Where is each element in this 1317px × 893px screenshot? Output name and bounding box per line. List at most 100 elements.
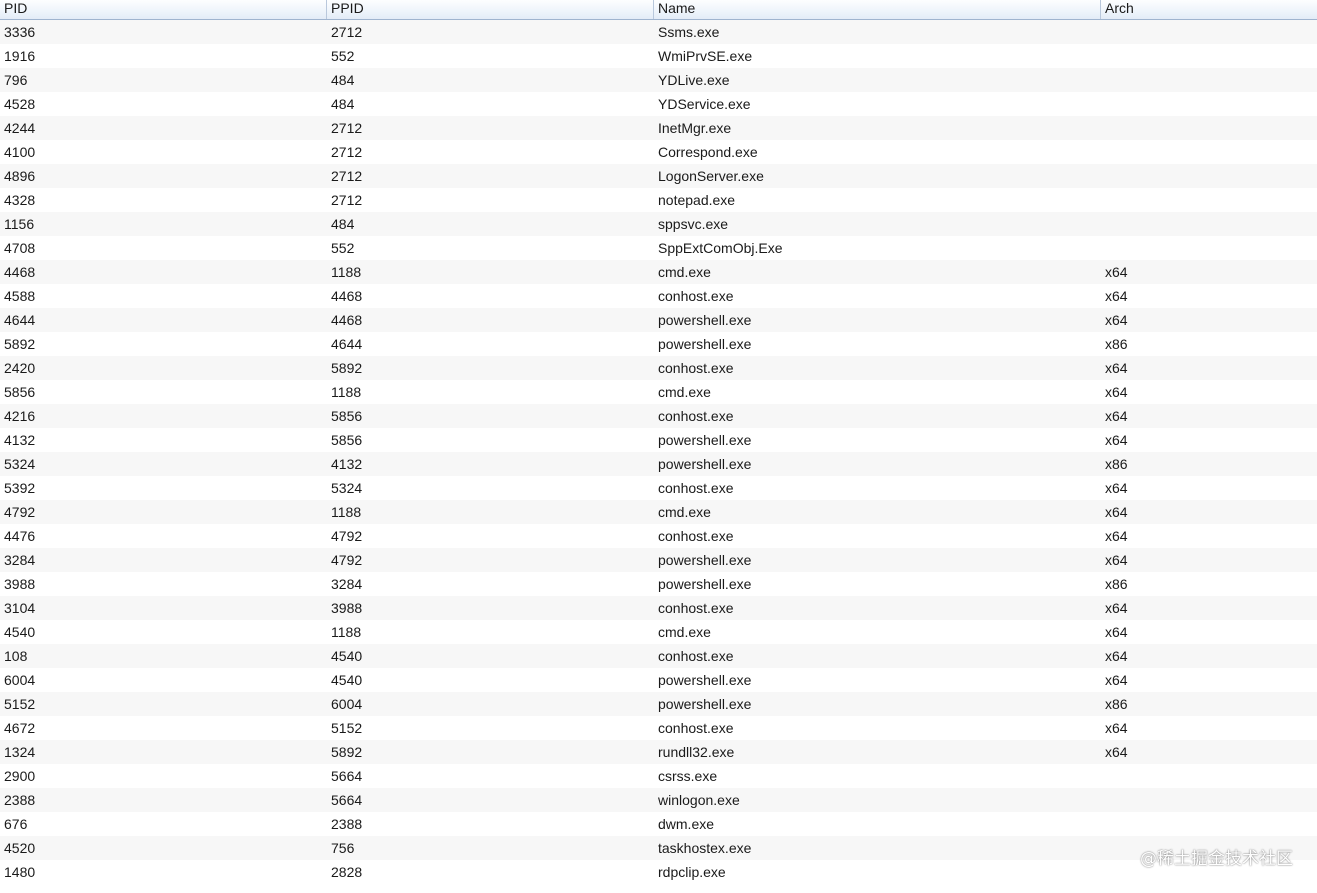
cell-pid: 4896 — [4, 168, 36, 184]
table-row[interactable]: 1156 484 sppsvc.exe — [0, 212, 1317, 236]
cell-name: powershell.exe — [658, 672, 752, 688]
cell-pid: 4132 — [4, 432, 36, 448]
table-row[interactable]: 4520 756 taskhostex.exe — [0, 836, 1317, 860]
cell-pid: 4468 — [4, 264, 36, 280]
table-row[interactable]: 4708 552 SppExtComObj.Exe — [0, 236, 1317, 260]
cell-ppid: 2712 — [331, 24, 363, 40]
cell-name: powershell.exe — [658, 552, 752, 568]
table-row[interactable]: 5152 6004 powershell.exe x86 — [0, 692, 1317, 716]
cell-pid: 1916 — [4, 48, 36, 64]
table-row[interactable]: 4132 5856 powershell.exe x64 — [0, 428, 1317, 452]
cell-arch — [1101, 788, 1317, 812]
table-row[interactable]: 796 484 YDLive.exe — [0, 68, 1317, 92]
table-row[interactable]: 6004 4540 powershell.exe x64 — [0, 668, 1317, 692]
table-row[interactable]: 1916 552 WmiPrvSE.exe — [0, 44, 1317, 68]
cell-pid: 4100 — [4, 144, 36, 160]
cell-name: powershell.exe — [658, 456, 752, 472]
cell-ppid: 756 — [331, 840, 355, 856]
cell-arch — [1101, 44, 1317, 68]
cell-pid: 4792 — [4, 504, 36, 520]
table-row[interactable]: 4216 5856 conhost.exe x64 — [0, 404, 1317, 428]
table-row[interactable]: 3104 3988 conhost.exe x64 — [0, 596, 1317, 620]
column-header-ppid[interactable]: PPID — [327, 0, 654, 19]
cell-arch — [1101, 140, 1317, 164]
cell-arch: x64 — [1105, 288, 1128, 304]
cell-arch: x64 — [1105, 600, 1128, 616]
cell-arch: x86 — [1105, 696, 1128, 712]
table-row[interactable]: 4896 2712 LogonServer.exe — [0, 164, 1317, 188]
table-row[interactable]: 4468 1188 cmd.exe x64 — [0, 260, 1317, 284]
cell-pid: 4244 — [4, 120, 36, 136]
column-header-name[interactable]: Name — [654, 0, 1101, 19]
table-row[interactable]: 2388 5664 winlogon.exe — [0, 788, 1317, 812]
table-row[interactable]: 108 4540 conhost.exe x64 — [0, 644, 1317, 668]
cell-arch: x64 — [1105, 720, 1128, 736]
cell-ppid: 5324 — [331, 480, 363, 496]
cell-name: cmd.exe — [658, 504, 711, 520]
cell-arch: x64 — [1105, 408, 1128, 424]
cell-name: csrss.exe — [658, 768, 718, 784]
table-row[interactable]: 3284 4792 powershell.exe x64 — [0, 548, 1317, 572]
cell-name: conhost.exe — [658, 288, 734, 304]
cell-name: WmiPrvSE.exe — [658, 48, 753, 64]
cell-name: conhost.exe — [658, 600, 734, 616]
table-row[interactable]: 4792 1188 cmd.exe x64 — [0, 500, 1317, 524]
table-row[interactable]: 4528 484 YDService.exe — [0, 92, 1317, 116]
table-row[interactable]: 4100 2712 Correspond.exe — [0, 140, 1317, 164]
table-row[interactable]: 3336 2712 Ssms.exe — [0, 20, 1317, 44]
table-row[interactable]: 5392 5324 conhost.exe x64 — [0, 476, 1317, 500]
table-row[interactable]: 676 2388 dwm.exe — [0, 812, 1317, 836]
cell-arch — [1101, 164, 1317, 188]
table-row[interactable]: 3988 3284 powershell.exe x86 — [0, 572, 1317, 596]
table-row[interactable]: 4644 4468 powershell.exe x64 — [0, 308, 1317, 332]
cell-arch: x64 — [1105, 624, 1128, 640]
cell-name: YDLive.exe — [658, 72, 730, 88]
cell-arch: x64 — [1105, 432, 1128, 448]
cell-ppid: 1188 — [331, 624, 362, 640]
cell-pid: 3284 — [4, 552, 36, 568]
cell-ppid: 1188 — [331, 264, 362, 280]
cell-ppid: 2388 — [331, 816, 363, 832]
table-row[interactable]: 4540 1188 cmd.exe x64 — [0, 620, 1317, 644]
column-header-arch[interactable]: Arch — [1101, 0, 1317, 19]
cell-arch — [1101, 188, 1317, 212]
cell-ppid: 1188 — [331, 504, 362, 520]
cell-arch — [1101, 236, 1317, 260]
cell-name: taskhostex.exe — [658, 840, 752, 856]
cell-ppid: 5664 — [331, 792, 363, 808]
cell-pid: 4520 — [4, 840, 36, 856]
table-row[interactable]: 2900 5664 csrss.exe — [0, 764, 1317, 788]
cell-arch: x64 — [1105, 384, 1128, 400]
cell-arch — [1101, 860, 1317, 884]
cell-name: Ssms.exe — [658, 24, 720, 40]
table-row[interactable]: 4328 2712 notepad.exe — [0, 188, 1317, 212]
cell-ppid: 5664 — [331, 768, 363, 784]
cell-name: YDService.exe — [658, 96, 751, 112]
column-header-pid[interactable]: PID — [0, 0, 327, 19]
cell-ppid: 5856 — [331, 432, 363, 448]
table-row[interactable]: 1480 2828 rdpclip.exe — [0, 860, 1317, 884]
table-row[interactable]: 4476 4792 conhost.exe x64 — [0, 524, 1317, 548]
cell-name: powershell.exe — [658, 576, 752, 592]
cell-ppid: 2712 — [331, 168, 363, 184]
cell-pid: 6004 — [4, 672, 36, 688]
table-row[interactable]: 4672 5152 conhost.exe x64 — [0, 716, 1317, 740]
table-row[interactable]: 1324 5892 rundll32.exe x64 — [0, 740, 1317, 764]
cell-name: InetMgr.exe — [658, 120, 732, 136]
cell-arch: x86 — [1105, 576, 1128, 592]
table-row[interactable]: 5856 1188 cmd.exe x64 — [0, 380, 1317, 404]
cell-name: powershell.exe — [658, 696, 752, 712]
cell-ppid: 4792 — [331, 528, 363, 544]
table-row[interactable]: 2420 5892 conhost.exe x64 — [0, 356, 1317, 380]
table-row[interactable]: 4588 4468 conhost.exe x64 — [0, 284, 1317, 308]
cell-pid: 5392 — [4, 480, 36, 496]
cell-name: SppExtComObj.Exe — [658, 240, 783, 256]
cell-name: winlogon.exe — [658, 792, 740, 808]
cell-pid: 108 — [4, 648, 28, 664]
table-row[interactable]: 4244 2712 InetMgr.exe — [0, 116, 1317, 140]
cell-name: rundll32.exe — [658, 744, 735, 760]
cell-arch: x64 — [1105, 504, 1128, 520]
cell-name: rdpclip.exe — [658, 864, 726, 880]
table-row[interactable]: 5324 4132 powershell.exe x86 — [0, 452, 1317, 476]
table-row[interactable]: 5892 4644 powershell.exe x86 — [0, 332, 1317, 356]
